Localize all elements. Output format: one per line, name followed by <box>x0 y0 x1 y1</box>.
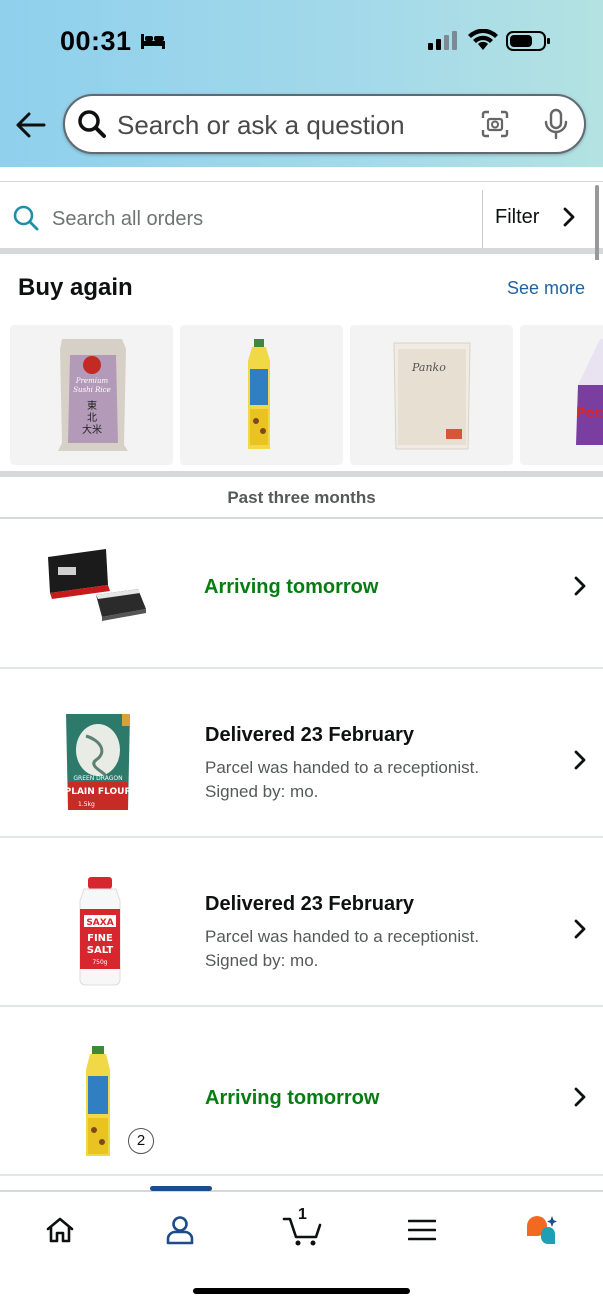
fine-salt-thumbnail: SAXA FINE SALT 750g <box>79 877 121 986</box>
salt-weight-text: 750g <box>92 959 107 966</box>
chevron-right-icon[interactable] <box>572 1086 588 1108</box>
app-header: 00:31 Search or ask a question <box>0 0 603 167</box>
vegetable-oil-bottle-image <box>248 339 270 449</box>
microphone-icon[interactable] <box>543 108 569 140</box>
nav-rufus[interactable] <box>522 1210 562 1250</box>
persil-bottle-image: Persil <box>576 339 603 445</box>
chevron-right-icon[interactable] <box>572 918 588 940</box>
period-heading: Past three months <box>0 483 603 519</box>
chevron-right-icon[interactable] <box>572 749 588 771</box>
svg-text:大米: 大米 <box>82 423 102 436</box>
nav-home[interactable] <box>40 1210 80 1250</box>
pc-components-thumbnail <box>48 549 146 621</box>
flour-type-text: PLAIN FLOUR <box>65 787 132 797</box>
rufus-assistant-icon <box>527 1216 557 1244</box>
buy-again-item-rice[interactable]: Premium Sushi Rice 東 北 大米 <box>10 325 173 465</box>
salt-brand-text: SAXA <box>86 918 113 928</box>
order-status: Arriving tomorrow <box>204 576 379 598</box>
flour-brand-text: GREEN DRAGON <box>73 775 122 782</box>
quantity-badge: 2 <box>128 1128 154 1154</box>
see-more-link[interactable]: See more <box>507 278 585 299</box>
divider <box>482 190 483 248</box>
svg-text:Panko: Panko <box>411 361 446 374</box>
search-orders-icon <box>13 205 39 231</box>
nav-account[interactable] <box>160 1210 200 1250</box>
wifi-icon <box>468 29 498 50</box>
scrollbar[interactable] <box>595 185 599 270</box>
buy-again-item-vegetable-oil[interactable] <box>180 325 343 465</box>
rice-bag-image: Premium Sushi Rice 東 北 大米 <box>58 339 128 451</box>
order-status: Delivered 23 February <box>205 724 414 746</box>
order-row[interactable]: 2 Arriving tomorrow <box>0 1008 603 1176</box>
svg-text:Premium: Premium <box>75 377 109 385</box>
plain-flour-thumbnail: GREEN DRAGON PLAIN FLOUR 1.5kg <box>65 714 132 810</box>
cellular-signal-icon <box>428 31 457 50</box>
sleep-focus-icon <box>141 34 165 49</box>
search-icon <box>78 110 106 138</box>
account-icon <box>166 1216 194 1245</box>
status-bar: 00:31 <box>0 22 603 62</box>
home-indicator[interactable] <box>193 1288 410 1294</box>
svg-text:東: 東 <box>87 399 97 412</box>
battery-icon <box>506 31 550 51</box>
buy-again-section: Buy again See more Premium Sushi Rice 東 … <box>0 260 603 477</box>
search-input[interactable]: Search or ask a question <box>117 110 405 141</box>
back-button[interactable] <box>14 108 48 142</box>
order-detail-line: Signed by: mo. <box>205 782 319 801</box>
search-orders-input[interactable]: Search all orders <box>52 208 203 231</box>
status-time: 00:31 <box>60 26 132 56</box>
orders-search-row: Search all orders Filter <box>0 181 603 254</box>
buy-again-title: Buy again <box>18 274 133 301</box>
filter-button[interactable]: Filter <box>495 206 539 229</box>
chevron-right-icon[interactable] <box>572 575 588 597</box>
salt-line1-text: FINE <box>87 933 113 944</box>
active-tab-indicator <box>150 1186 212 1191</box>
order-row[interactable]: SAXA FINE SALT 750g Delivered 23 Februar… <box>0 839 603 1007</box>
order-row[interactable]: Arriving tomorrow <box>0 521 603 669</box>
svg-text:北: 北 <box>87 412 97 424</box>
order-detail-line: Signed by: mo. <box>205 951 319 970</box>
order-row[interactable]: GREEN DRAGON PLAIN FLOUR 1.5kg Delivered… <box>0 670 603 838</box>
nav-cart[interactable]: 1 <box>280 1206 324 1250</box>
search-bar[interactable]: Search or ask a question <box>63 94 586 154</box>
cart-count-badge: 1 <box>298 1206 307 1223</box>
svg-text:Persil: Persil <box>576 406 603 421</box>
salt-line2-text: SALT <box>87 945 114 956</box>
order-status: Arriving tomorrow <box>205 1087 380 1109</box>
buy-again-item-persil[interactable]: Persil <box>520 325 603 465</box>
order-detail-line: Parcel was handed to a receptionist. <box>205 758 480 777</box>
back-arrow-icon <box>16 112 46 138</box>
menu-icon <box>408 1219 436 1241</box>
chevron-right-icon[interactable] <box>560 206 578 228</box>
svg-text:Sushi Rice: Sushi Rice <box>73 386 110 394</box>
flour-weight-text: 1.5kg <box>78 801 95 808</box>
camera-lens-icon[interactable] <box>481 110 509 138</box>
order-status: Delivered 23 February <box>205 893 414 915</box>
order-detail-line: Parcel was handed to a receptionist. <box>205 927 480 946</box>
home-icon <box>46 1217 74 1243</box>
buy-again-item-panko[interactable]: Panko <box>350 325 513 465</box>
panko-bag-image: Panko <box>393 342 471 450</box>
nav-menu[interactable] <box>402 1210 442 1250</box>
